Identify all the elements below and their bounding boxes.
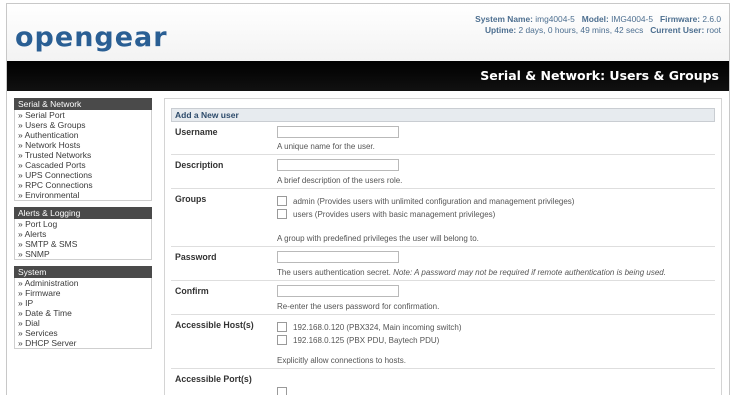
sidebar-group-title: System bbox=[14, 266, 152, 278]
system-info-line-2: Uptime: 2 days, 0 hours, 49 mins, 42 sec… bbox=[475, 25, 721, 36]
sidebar-item-services[interactable]: » Services bbox=[15, 328, 151, 338]
opengear-logo[interactable]: opengear bbox=[15, 24, 168, 51]
accessible-hosts-label: Accessible Host(s) bbox=[175, 320, 254, 330]
confirm-label: Confirm bbox=[175, 286, 209, 296]
accessible-hosts-row: Accessible Host(s) 192.168.0.120 (PBX324… bbox=[171, 315, 715, 369]
section-title: Add a New user bbox=[171, 108, 715, 122]
add-user-form: Add a New user Username A unique name fo… bbox=[164, 98, 722, 395]
description-row: Description A brief description of the u… bbox=[171, 155, 715, 189]
model-label: Model: bbox=[581, 14, 609, 24]
sidebar-item-network-hosts[interactable]: » Network Hosts bbox=[15, 140, 151, 150]
password-help-text: The users authentication secret. bbox=[277, 268, 391, 277]
sidebar-group-title: Alerts & Logging bbox=[14, 207, 152, 219]
uptime-label: Uptime: bbox=[484, 25, 517, 35]
sidebar-item-authentication[interactable]: » Authentication bbox=[15, 130, 151, 140]
sidebar-item-cascaded-ports[interactable]: » Cascaded Ports bbox=[15, 160, 151, 170]
sidebar-list: » Port Log » Alerts » SMTP & SMS » SNMP bbox=[14, 219, 152, 260]
sidebar-item-environmental[interactable]: » Environmental bbox=[15, 190, 151, 200]
system-name-value: img4004-5 bbox=[535, 14, 575, 24]
system-name-label: System Name: bbox=[475, 14, 533, 24]
sidebar-item-ups-connections[interactable]: » UPS Connections bbox=[15, 170, 151, 180]
password-input[interactable] bbox=[277, 251, 399, 263]
host-option-1[interactable]: 192.168.0.120 (PBX324, Main incoming swi… bbox=[277, 322, 462, 332]
confirm-row: Confirm Re-enter the users password for … bbox=[171, 281, 715, 315]
header: opengear System Name: img4004-5 Model: I… bbox=[7, 4, 729, 61]
description-help: A brief description of the users role. bbox=[277, 176, 403, 185]
sidebar-item-ip[interactable]: » IP bbox=[15, 298, 151, 308]
password-help-note: Note: A password may not be required if … bbox=[393, 268, 666, 277]
description-label: Description bbox=[175, 160, 224, 170]
groups-row: Groups admin (Provides users with unlimi… bbox=[171, 189, 715, 247]
current-user-label: Current User: bbox=[650, 25, 705, 35]
model-value: IMG4004-5 bbox=[611, 14, 654, 24]
sidebar-item-smtp-sms[interactable]: » SMTP & SMS bbox=[15, 239, 151, 249]
page-title: Serial & Network: Users & Groups bbox=[480, 68, 719, 83]
title-bar: Serial & Network: Users & Groups bbox=[7, 61, 729, 91]
hosts-help: Explicitly allow connections to hosts. bbox=[277, 356, 406, 365]
sidebar-list: » Serial Port » Users & Groups » Authent… bbox=[14, 110, 152, 201]
firmware-value: 2.6.0 bbox=[702, 14, 721, 24]
sidebar-item-snmp[interactable]: » SNMP bbox=[15, 249, 151, 259]
group-option-admin[interactable]: admin (Provides users with unlimited con… bbox=[277, 196, 574, 206]
sidebar-item-trusted-networks[interactable]: » Trusted Networks bbox=[15, 150, 151, 160]
group-option-admin-label: admin (Provides users with unlimited con… bbox=[293, 196, 575, 206]
sidebar-group-serial-network: Serial & Network » Serial Port » Users &… bbox=[14, 98, 152, 201]
host-2-checkbox[interactable] bbox=[277, 335, 287, 345]
users-checkbox[interactable] bbox=[277, 209, 287, 219]
accessible-ports-label: Accessible Port(s) bbox=[175, 374, 252, 384]
sidebar-item-alerts[interactable]: » Alerts bbox=[15, 229, 151, 239]
sidebar-group-title: Serial & Network bbox=[14, 98, 152, 110]
group-option-users[interactable]: users (Provides users with basic managem… bbox=[277, 209, 495, 219]
host-1-checkbox[interactable] bbox=[277, 322, 287, 332]
current-user-value: root bbox=[706, 25, 721, 35]
username-input[interactable] bbox=[277, 126, 399, 138]
app-window: opengear System Name: img4004-5 Model: I… bbox=[6, 3, 730, 395]
username-row: Username A unique name for the user. bbox=[171, 122, 715, 155]
host-option-2[interactable]: 192.168.0.125 (PBX PDU, Baytech PDU) bbox=[277, 335, 439, 345]
sidebar-item-administration[interactable]: » Administration bbox=[15, 278, 151, 288]
sidebar-item-users-groups[interactable]: » Users & Groups bbox=[15, 120, 151, 130]
system-info: System Name: img4004-5 Model: IMG4004-5 … bbox=[475, 14, 721, 36]
sidebar-item-port-log[interactable]: » Port Log bbox=[15, 219, 151, 229]
group-option-users-label: users (Provides users with basic managem… bbox=[293, 209, 496, 219]
admin-checkbox[interactable] bbox=[277, 196, 287, 206]
confirm-input[interactable] bbox=[277, 285, 399, 297]
firmware-label: Firmware: bbox=[660, 14, 701, 24]
system-info-line-1: System Name: img4004-5 Model: IMG4004-5 … bbox=[475, 14, 721, 25]
host-option-2-label: 192.168.0.125 (PBX PDU, Baytech PDU) bbox=[293, 335, 440, 345]
sidebar-list: » Administration » Firmware » IP » Date … bbox=[14, 278, 152, 349]
password-row: Password The users authentication secret… bbox=[171, 247, 715, 281]
host-option-1-label: 192.168.0.120 (PBX324, Main incoming swi… bbox=[293, 322, 462, 332]
groups-help: A group with predefined privileges the u… bbox=[277, 234, 479, 243]
username-help: A unique name for the user. bbox=[277, 142, 375, 151]
password-label: Password bbox=[175, 252, 217, 262]
uptime-value: 2 days, 0 hours, 49 mins, 42 secs bbox=[518, 25, 644, 35]
username-label: Username bbox=[175, 127, 218, 137]
accessible-ports-row: Accessible Port(s) bbox=[171, 369, 715, 395]
sidebar-group-alerts-logging: Alerts & Logging » Port Log » Alerts » S… bbox=[14, 207, 152, 260]
sidebar-item-serial-port[interactable]: » Serial Port bbox=[15, 110, 151, 120]
sidebar-group-system: System » Administration » Firmware » IP … bbox=[14, 266, 152, 349]
sidebar: Serial & Network » Serial Port » Users &… bbox=[14, 98, 152, 355]
sidebar-item-firmware[interactable]: » Firmware bbox=[15, 288, 151, 298]
password-help: The users authentication secret. Note: A… bbox=[277, 268, 666, 277]
confirm-help: Re-enter the users password for confirma… bbox=[277, 302, 440, 311]
description-input[interactable] bbox=[277, 159, 399, 171]
sidebar-item-dial[interactable]: » Dial bbox=[15, 318, 151, 328]
groups-label: Groups bbox=[175, 194, 207, 204]
sidebar-item-date-time[interactable]: » Date & Time bbox=[15, 308, 151, 318]
sidebar-item-dhcp-server[interactable]: » DHCP Server bbox=[15, 338, 151, 348]
sidebar-item-rpc-connections[interactable]: » RPC Connections bbox=[15, 180, 151, 190]
